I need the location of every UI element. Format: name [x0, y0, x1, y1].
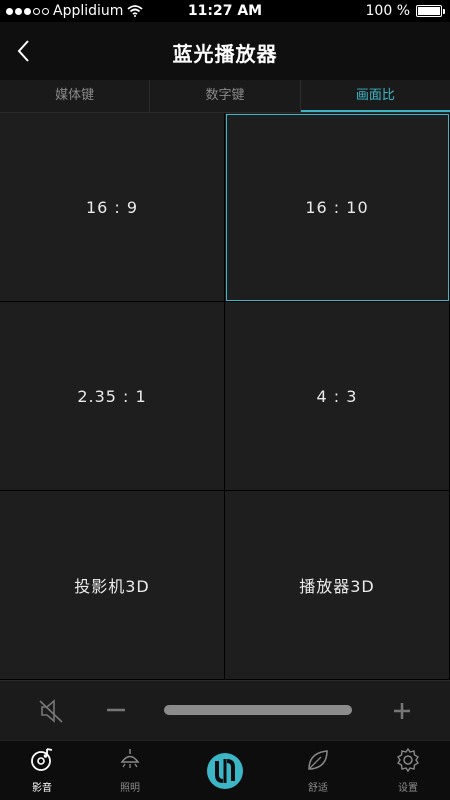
volume-control [0, 680, 450, 740]
battery-icon [416, 5, 445, 17]
aspect-2-35-1-button[interactable]: 2.35 : 1 [0, 302, 225, 491]
tab-bar-item-comfort[interactable]: 舒适 [288, 747, 348, 794]
volume-up-button[interactable] [390, 699, 414, 723]
volume-slider-fill [164, 705, 352, 715]
tab-media-keys[interactable]: 媒体键 [0, 80, 151, 112]
tab-bar-label-lighting: 照明 [120, 783, 140, 794]
status-bar: Applidium 11:27 AM 100 % [0, 0, 450, 22]
leaf-icon [308, 750, 328, 770]
status-right: 100 % [365, 3, 445, 19]
tab-bar-label-av: 影音 [32, 783, 52, 794]
music-disc-icon [31, 748, 53, 771]
gear-icon [397, 747, 419, 773]
aspect-16-9-button[interactable]: 16 : 9 [0, 113, 225, 302]
minus-icon [107, 708, 125, 712]
tab-bar-item-lighting[interactable]: 照明 [100, 747, 160, 794]
aspect-ratio-grid: 16 : 9 16 : 10 2.35 : 1 4 : 3 投影机3D 播放器3… [0, 113, 450, 680]
nav-bar: 蓝光播放器 [0, 22, 450, 80]
aspect-16-10-button[interactable]: 16 : 10 [225, 113, 450, 302]
app-logo-icon [207, 753, 243, 789]
tab-bar-item-settings[interactable]: 设置 [378, 747, 438, 794]
tab-number-keys[interactable]: 数字键 [150, 80, 301, 112]
tab-aspect-ratio[interactable]: 画面比 [300, 80, 450, 112]
segmented-tabs: 媒体键 数字键 画面比 [0, 80, 450, 113]
page-title: 蓝光播放器 [172, 42, 278, 66]
player-3d-button[interactable]: 播放器3D [225, 491, 450, 680]
tab-bar-label-comfort: 舒适 [308, 783, 328, 794]
projector-3d-button[interactable]: 投影机3D [0, 491, 225, 680]
volume-down-button[interactable] [104, 695, 128, 725]
volume-slider[interactable] [164, 705, 352, 715]
plus-icon [394, 703, 410, 719]
ceiling-lamp-icon [120, 749, 140, 768]
tab-bar-item-av[interactable]: 影音 [12, 747, 72, 794]
tab-bar-label-settings: 设置 [398, 783, 418, 794]
battery-percent: 100 % [365, 3, 410, 19]
bottom-tab-bar: 影音 照明 舒适 设置 [0, 740, 450, 800]
aspect-4-3-button[interactable]: 4 : 3 [225, 302, 450, 491]
mute-button[interactable] [36, 697, 66, 725]
home-logo-button[interactable] [205, 751, 245, 791]
speaker-mute-icon [39, 699, 63, 723]
